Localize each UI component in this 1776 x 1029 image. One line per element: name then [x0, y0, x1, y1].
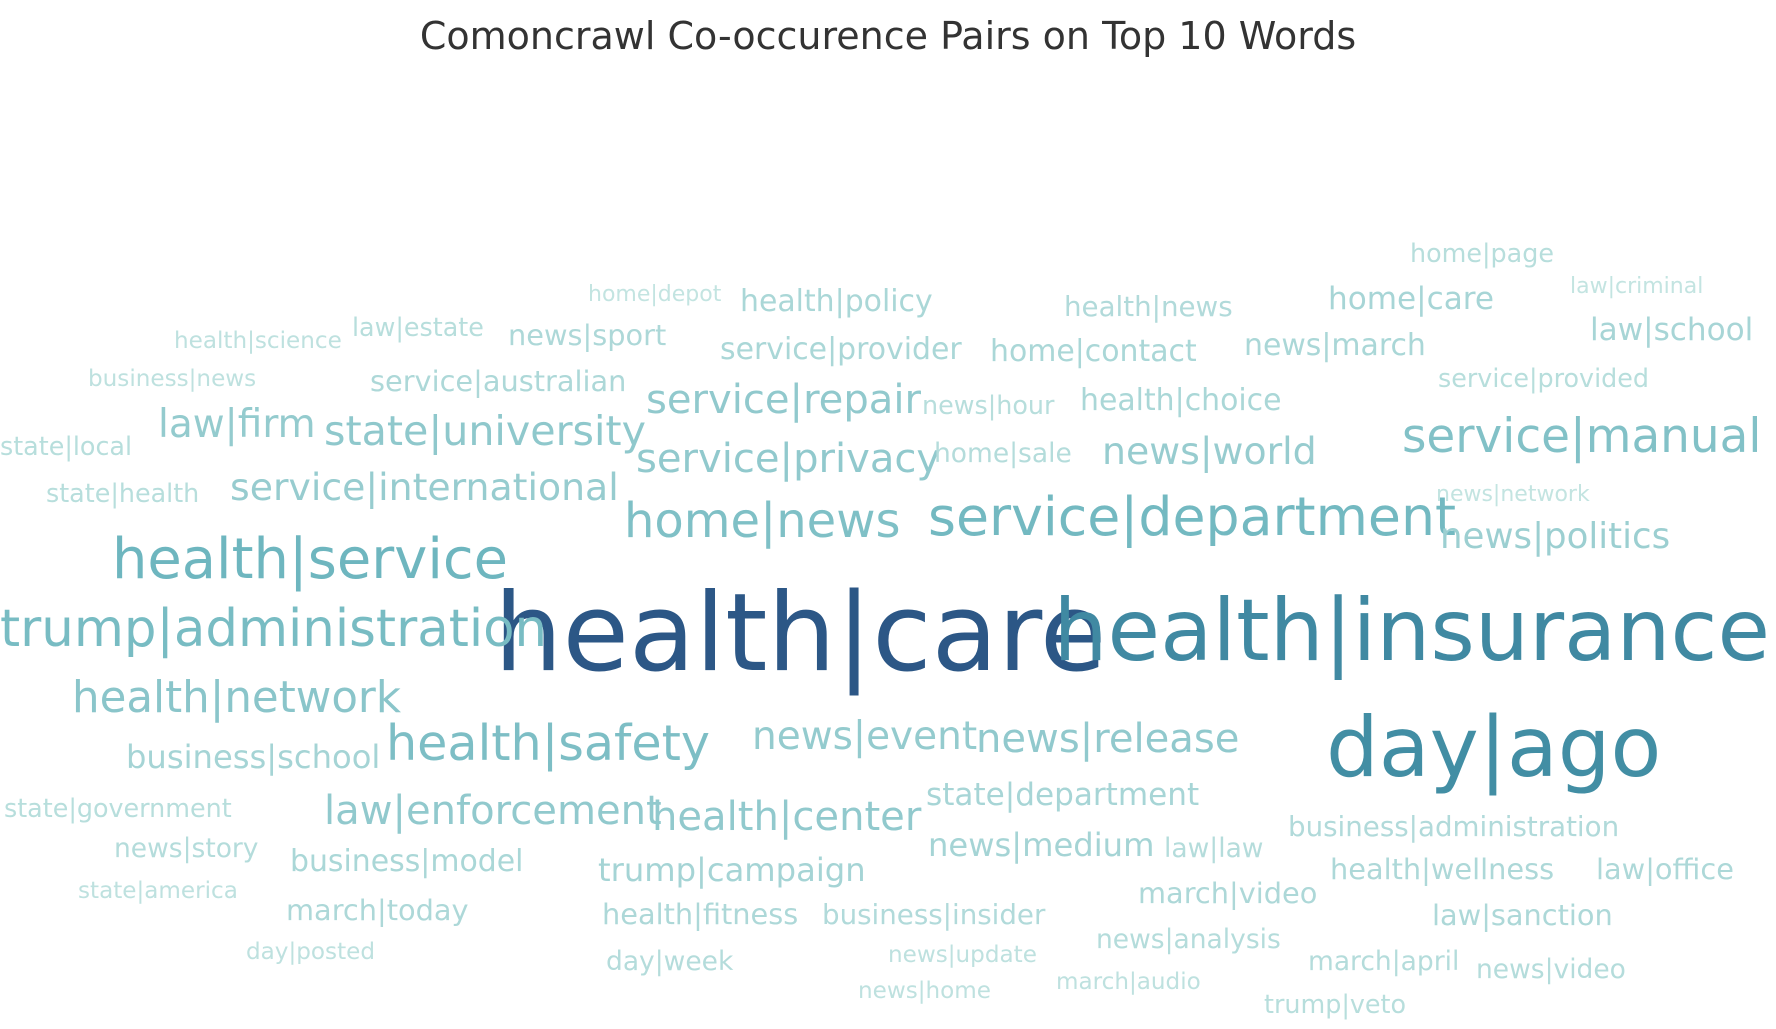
word-law-school: law|school: [1590, 312, 1753, 348]
word-health-service: health|service: [112, 527, 508, 592]
word-day-ago: day|ago: [1326, 699, 1661, 796]
word-march-april: march|april: [1308, 946, 1459, 977]
word-health-choice: health|choice: [1080, 383, 1282, 418]
word-health-policy: health|policy: [740, 284, 933, 319]
word-law-law: law|law: [1164, 833, 1263, 864]
word-home-care: home|care: [1328, 281, 1494, 317]
word-march-audio: march|audio: [1056, 969, 1201, 995]
word-trump-campaign: trump|campaign: [598, 851, 866, 889]
word-news-network: news|network: [1436, 482, 1590, 507]
word-news-release: news|release: [976, 716, 1239, 762]
word-service-provider: service|provider: [720, 332, 962, 367]
word-service-international: service|international: [230, 465, 619, 510]
word-state-america: state|america: [78, 878, 238, 904]
word-state-health: state|health: [46, 478, 199, 508]
word-news-march: news|march: [1244, 328, 1426, 363]
word-news-video: news|video: [1476, 954, 1626, 985]
word-state-department: state|department: [926, 777, 1199, 813]
word-day-week: day|week: [606, 946, 734, 977]
word-news-analysis: news|analysis: [1096, 924, 1281, 955]
word-health-care: health|care: [494, 571, 1106, 696]
word-law-sanction: law|sanction: [1432, 898, 1613, 932]
word-business-news: business|news: [88, 366, 256, 392]
word-law-enforcement: law|enforcement: [324, 788, 662, 834]
word-news-story: news|story: [114, 833, 259, 864]
word-law-firm: law|firm: [158, 402, 316, 447]
word-business-administration: business|administration: [1288, 810, 1619, 843]
word-home-contact: home|contact: [990, 334, 1197, 369]
word-state-government: state|government: [4, 793, 232, 823]
word-news-event: news|event: [752, 714, 977, 759]
word-business-school: business|school: [126, 738, 380, 776]
word-health-safety: health|safety: [386, 714, 710, 772]
word-home-news: home|news: [624, 493, 900, 549]
word-news-update: news|update: [888, 942, 1037, 968]
word-health-network: health|network: [72, 673, 402, 723]
word-service-australian: service|australian: [370, 364, 626, 398]
word-business-insider: business|insider: [822, 898, 1046, 931]
word-news-sport: news|sport: [508, 318, 666, 352]
word-health-center: health|center: [652, 794, 922, 840]
word-health-wellness: health|wellness: [1330, 852, 1554, 886]
word-health-news: health|news: [1064, 290, 1233, 323]
word-trump-veto: trump|veto: [1264, 989, 1406, 1019]
word-day-posted: day|posted: [246, 939, 375, 965]
word-law-office: law|office: [1596, 852, 1734, 886]
word-law-criminal: law|criminal: [1570, 274, 1703, 299]
word-service-department: service|department: [928, 485, 1456, 548]
word-cloud: health|carehealth|insurance day|ago health…: [0, 238, 1770, 1019]
word-service-privacy: service|privacy: [636, 436, 940, 482]
word-service-manual: service|manual: [1402, 409, 1761, 464]
word-state-university: state|university: [324, 407, 646, 455]
word-news-hour: news|hour: [922, 390, 1055, 420]
word-service-repair: service|repair: [646, 377, 921, 423]
word-news-world: news|world: [1102, 429, 1317, 474]
word-service-provided: service|provided: [1438, 363, 1649, 393]
word-state-local: state|local: [0, 431, 132, 461]
word-health-insurance: health|insurance: [1053, 582, 1770, 681]
word-law-estate: law|estate: [352, 312, 484, 342]
word-health-fitness: health|fitness: [602, 897, 798, 931]
word-home-page: home|page: [1410, 238, 1554, 268]
word-march-video: march|video: [1138, 876, 1317, 910]
word-business-model: business|model: [290, 844, 523, 879]
word-march-today: march|today: [286, 893, 469, 927]
word-news-politics: news|politics: [1440, 516, 1670, 557]
word-news-medium: news|medium: [928, 826, 1154, 864]
word-trump-administration: trump|administration: [0, 599, 547, 659]
word-news-home: news|home: [858, 978, 991, 1004]
word-home-sale: home|sale: [934, 438, 1072, 469]
word-home-depot: home|depot: [588, 282, 722, 307]
word-health-science: health|science: [174, 328, 342, 354]
